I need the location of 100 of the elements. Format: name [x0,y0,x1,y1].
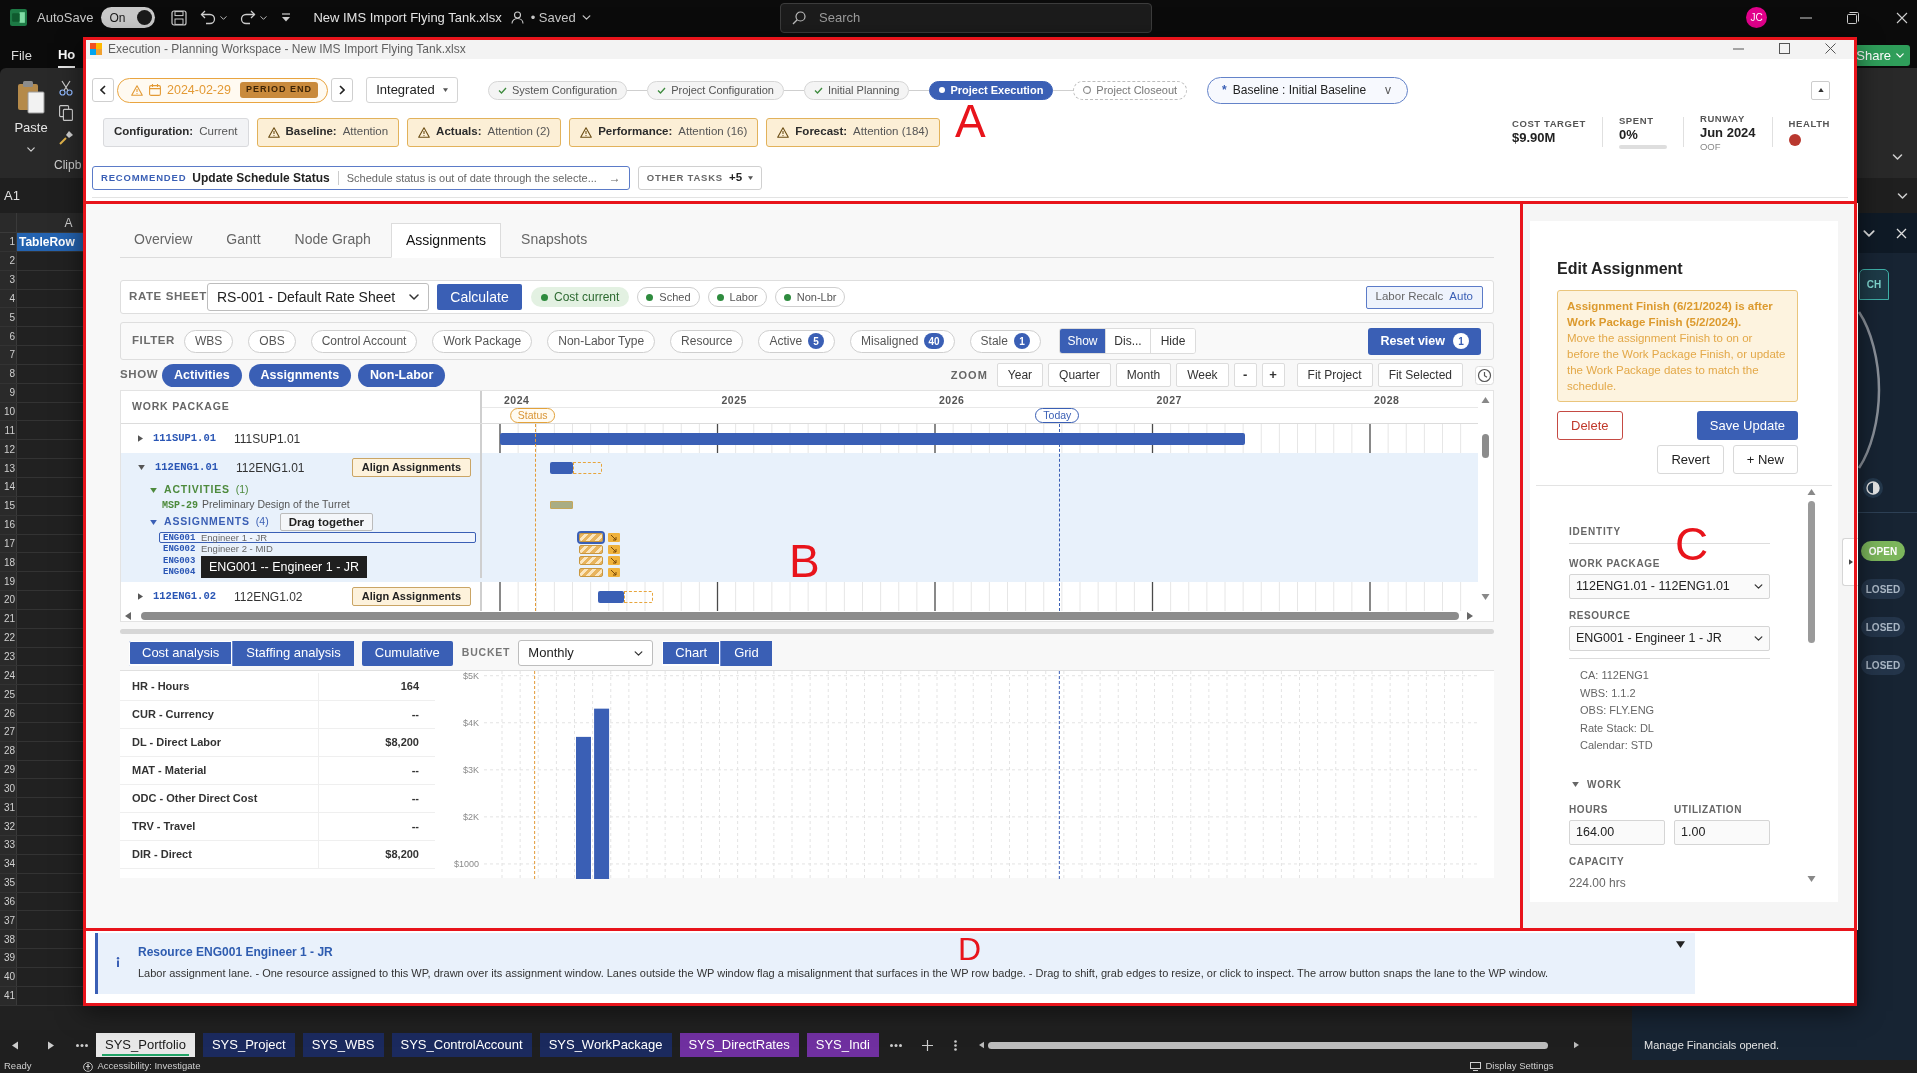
arrow-tile-icon[interactable] [607,567,620,577]
scroll-right-icon[interactable] [1467,612,1473,620]
horizontal-scrollbar[interactable] [120,629,1494,634]
scroll-right-icon[interactable] [1573,1041,1579,1049]
chevron-down-icon[interactable] [1892,154,1903,160]
action-button[interactable]: Delete [1557,411,1623,440]
filter-chip[interactable]: Misaligned 40 [850,329,955,353]
work-package-bar[interactable] [597,591,625,603]
next-sheet-icon[interactable] [48,1040,54,1050]
view-tab[interactable]: Cost analysis [129,640,233,666]
plus-icon[interactable] [921,1039,933,1051]
sheet-tab[interactable]: SYS_ControlAccount [391,1033,532,1057]
cumulative-toggle[interactable]: Cumulative [361,640,453,666]
rate-sheet-select[interactable]: RS-001 - Default Rate Sheet [207,283,429,311]
arrow-tile-icon[interactable] [607,544,620,554]
caret-down-icon[interactable] [138,465,145,470]
select-field[interactable]: ENG001 - Engineer 1 - JR [1569,626,1770,651]
caret-down-icon[interactable] [281,13,292,22]
align-button[interactable]: Align Assignments [351,458,471,477]
name-box[interactable]: A1 [4,185,20,206]
pane-tab[interactable]: CH [1859,269,1889,300]
phase-step[interactable]: System Configuration [487,80,628,100]
autosave-toggle[interactable]: On [101,7,156,28]
assignment-item[interactable]: ENG001 Engineer 1 - JR [159,532,476,544]
assignment-item[interactable]: ENG002 Engineer 2 - MID [159,543,476,555]
ribbon-tab[interactable]: File [11,43,32,68]
restore-icon[interactable] [1847,11,1859,24]
scroll-up-icon[interactable] [1481,397,1490,403]
view-tab[interactable]: Staffing analysis [232,640,354,666]
next-period-button[interactable] [330,78,353,102]
redo-icon[interactable] [240,10,257,25]
sheet-tab[interactable]: SYS_DirectRates [679,1033,799,1057]
sheet-tab[interactable]: SYS_WorkPackage [539,1033,672,1057]
select-field[interactable]: 112ENG1.01 - 112ENG1.01 [1569,574,1770,599]
collapse-header-button[interactable] [1811,80,1830,100]
other-tasks-button[interactable]: OTHER TASKS +5 [637,166,763,190]
number-field[interactable]: 164.00 [1569,819,1665,845]
bucket-select[interactable]: Monthly [518,640,654,666]
labor-recalc-toggle[interactable]: Labor Recalc Auto [1365,285,1483,309]
previous-period-button[interactable] [92,78,114,102]
zoom-button[interactable]: Year [996,363,1044,387]
status-text[interactable]: Display Settings [1485,1059,1554,1073]
tab[interactable]: Assignments [390,223,502,258]
scroll-up-icon[interactable] [1806,489,1816,495]
copy-icon[interactable] [59,105,73,121]
previous-sheet-icon[interactable] [12,1040,18,1050]
arrow-tile-icon[interactable] [607,556,620,565]
search-field[interactable]: Search [780,2,1152,33]
filter-chip[interactable]: WBS [184,329,234,353]
layer-toggle[interactable]: Activities [162,363,242,387]
assignment-bar[interactable] [578,533,604,542]
filter-chip[interactable]: OBS [248,329,296,353]
scissors-icon[interactable] [59,80,73,96]
display-option[interactable]: Hide [1149,329,1195,353]
fit-button[interactable]: Fit Project [1296,363,1373,387]
more-icon[interactable] [76,1043,88,1047]
paintbrush-icon[interactable] [59,130,74,145]
layer-toggle[interactable]: Non-Labor [358,363,446,387]
layer-toggle[interactable]: Assignments [248,363,352,387]
clock-icon[interactable] [1475,365,1494,385]
phase-step[interactable]: Project Closeout [1073,80,1188,100]
scrollbar-thumb[interactable] [1807,501,1815,643]
caret-right-icon[interactable] [138,435,143,442]
mode-dropdown[interactable]: Integrated [365,77,458,103]
sheet-tab[interactable]: SYS_Indi [806,1033,879,1057]
phase-step[interactable]: Project Configuration [647,80,784,100]
dropdown-caret-icon[interactable] [260,15,268,20]
zoom-button[interactable]: Quarter [1048,363,1111,387]
view-mode-tab[interactable]: Grid [720,640,772,666]
drag-together-button[interactable]: Drag together [279,513,374,531]
view-mode-tab[interactable]: Chart [662,640,721,666]
arrow-tile-icon[interactable] [607,533,620,542]
caret-right-icon[interactable] [138,593,143,600]
action-button[interactable]: + New [1732,445,1798,474]
chevron-down-icon[interactable] [1863,229,1875,237]
vertical-dots-icon[interactable] [953,1039,957,1051]
scrollbar-thumb[interactable] [1482,434,1489,458]
filter-chip[interactable]: Stale 1 [969,329,1041,353]
tab[interactable]: Node Graph [280,222,385,257]
scrollbar-thumb[interactable] [987,1041,1548,1049]
zoom-button[interactable]: Month [1115,363,1172,387]
more-icon[interactable] [889,1043,902,1047]
baseline-selector[interactable]: * Baseline : Initial Baseline v [1207,76,1409,104]
sheet-tab[interactable]: SYS_Project [202,1033,295,1057]
action-button[interactable]: Revert [1657,445,1724,474]
contrast-icon[interactable] [1862,477,1884,499]
status-text[interactable]: Accessibility: Investigate [97,1059,201,1073]
scroll-left-icon[interactable] [978,1041,984,1049]
zoom-step-button[interactable]: + [1261,363,1285,387]
phase-step[interactable]: Initial Planning [803,80,910,100]
chevron-down-icon[interactable] [581,15,591,20]
reset-view-button[interactable]: Reset view 1 [1368,327,1481,355]
filter-chip[interactable]: Non-Labor Type [547,329,656,353]
zoom-button[interactable]: Week [1176,363,1229,387]
align-button[interactable]: Align Assignments [351,587,471,606]
zoom-step-button[interactable]: - [1233,363,1257,387]
filter-chip[interactable]: Work Package [432,329,533,353]
filter-chip[interactable]: Active 5 [758,329,836,353]
sheet-tab[interactable]: SYS_Portfolio [96,1033,195,1057]
work-package-bar[interactable] [549,462,574,474]
